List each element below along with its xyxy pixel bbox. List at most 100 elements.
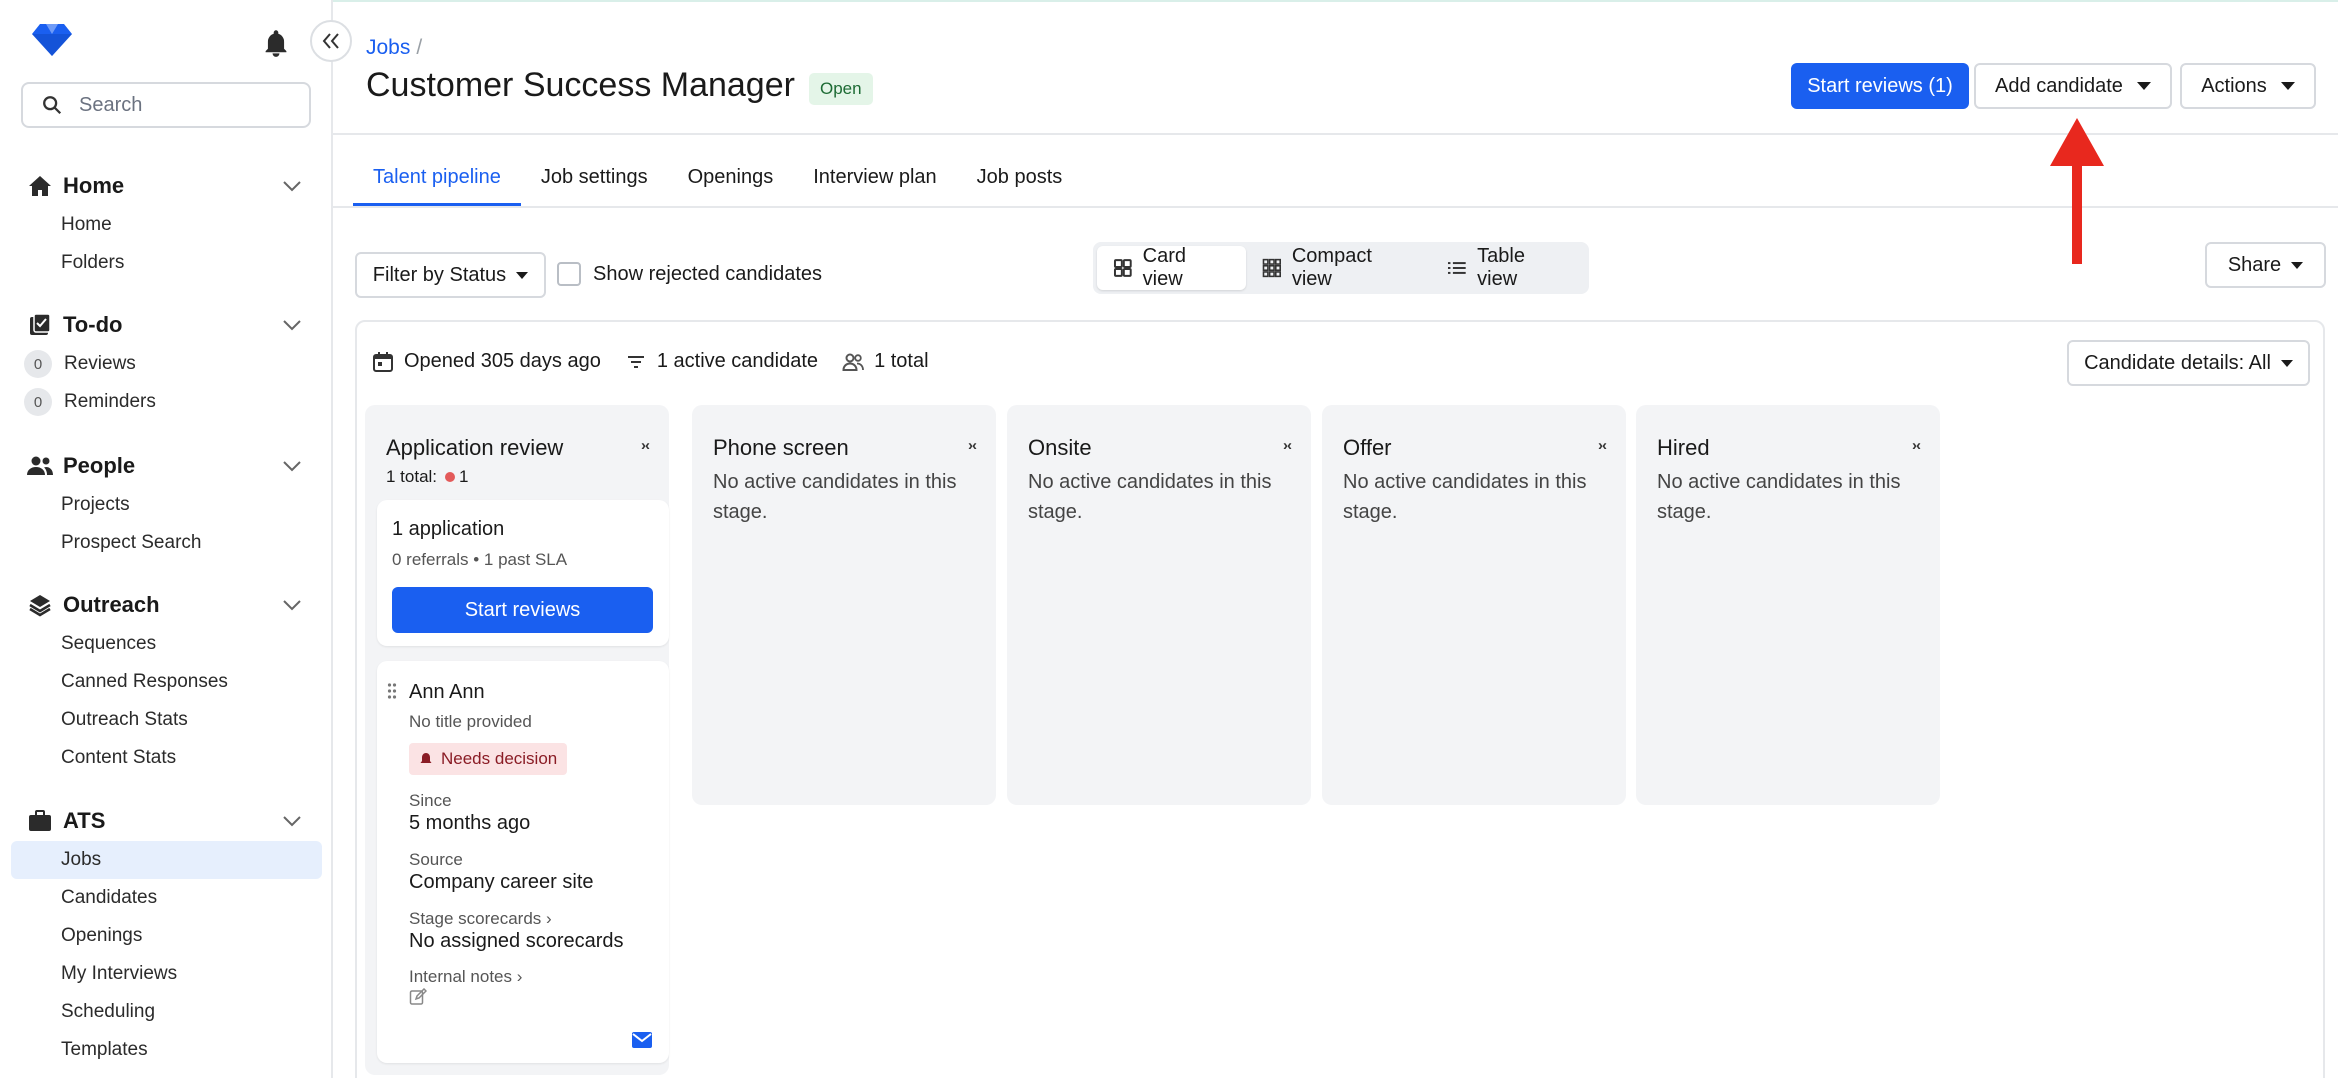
layers-icon [27, 592, 53, 618]
sidebar-item-home[interactable]: Home [0, 206, 333, 244]
sidebar-item-sequences[interactable]: Sequences [0, 625, 333, 663]
candidate-details-button[interactable]: Candidate details: All [2067, 340, 2310, 386]
tab-openings[interactable]: Openings [668, 150, 794, 206]
scorecards-value: No assigned scorecards [409, 930, 624, 952]
sidebar-item-jobs[interactable]: Jobs [11, 841, 322, 879]
nav-header-todo[interactable]: To-do [0, 305, 333, 345]
nav-header-label: Home [63, 173, 125, 198]
tab-job-settings[interactable]: Job settings [521, 150, 668, 206]
sidebar-item-content-stats[interactable]: Content Stats [0, 739, 333, 777]
app-logo-icon[interactable] [32, 22, 72, 58]
job-tabs: Talent pipeline Job settings Openings In… [353, 150, 1082, 208]
nav-header-ats[interactable]: ATS [0, 801, 333, 841]
annotation-arrow-up-icon [2050, 118, 2104, 264]
share-button[interactable]: Share [2205, 242, 2326, 288]
collapse-sidebar-button[interactable] [310, 20, 352, 62]
source-value: Company career site [409, 871, 594, 893]
sidebar-item-templates[interactable]: Templates [0, 1031, 333, 1069]
search-box[interactable] [21, 82, 311, 128]
badge-label: Needs decision [441, 749, 558, 768]
collapse-column-icon[interactable]: ›‹ [1912, 437, 1921, 454]
search-input[interactable] [79, 93, 279, 117]
sidebar-item-my-interviews[interactable]: My Interviews [0, 955, 333, 993]
compact-view-option[interactable]: Compact view [1246, 245, 1431, 290]
empty-stage-text: No active candidates in this stage. [1657, 471, 1901, 523]
nav-header-outreach[interactable]: Outreach [0, 585, 333, 625]
application-summary-card: 1 application 0 referrals • 1 past SLA S… [377, 500, 669, 646]
stage-column-application-review: Application review ›‹ 1 total: 1 1 appli… [365, 405, 669, 1075]
show-rejected-label: Show rejected candidates [593, 262, 823, 285]
chevron-down-icon[interactable] [282, 813, 302, 829]
tabs-divider [333, 206, 2338, 208]
start-reviews-card-button[interactable]: Start reviews [392, 587, 653, 633]
filter-by-status-button[interactable]: Filter by Status [355, 252, 546, 298]
sidebar-item-reminders[interactable]: 0 Reminders [0, 383, 333, 421]
table-view-option[interactable]: Table view [1431, 245, 1585, 290]
chevron-down-icon[interactable] [282, 178, 302, 194]
sidebar-item-openings[interactable]: Openings [0, 917, 333, 955]
nav-section-outreach: Outreach Sequences Canned Responses Outr… [0, 585, 333, 777]
top-accent-line [0, 0, 2338, 2]
grid-icon [1113, 259, 1132, 277]
edit-note-icon[interactable] [409, 988, 427, 1006]
tab-job-posts[interactable]: Job posts [957, 150, 1083, 206]
tab-interview-plan[interactable]: Interview plan [793, 150, 956, 206]
caret-down-icon [516, 271, 529, 279]
page-title: Customer Success Manager [366, 66, 795, 104]
search-icon [43, 96, 62, 115]
view-label: Card view [1142, 245, 1187, 290]
start-reviews-button[interactable]: Start reviews (1) [1791, 63, 1969, 109]
internal-notes-link[interactable]: Internal notes › [409, 967, 522, 987]
nav-header-home[interactable]: Home [0, 166, 333, 206]
chevron-down-icon[interactable] [282, 597, 302, 613]
collapse-column-icon[interactable]: ›‹ [641, 437, 650, 454]
tab-talent-pipeline[interactable]: Talent pipeline [353, 150, 521, 206]
show-rejected-checkbox[interactable] [557, 262, 581, 286]
needs-decision-badge: Needs decision [409, 743, 568, 775]
collapse-column-icon[interactable]: ›‹ [1598, 437, 1607, 454]
applications-subtext: 0 referrals • 1 past SLA [392, 550, 568, 569]
nav-header-people[interactable]: People [0, 446, 333, 486]
opened-text: Opened 305 days ago [404, 350, 601, 372]
actions-button[interactable]: Actions [2180, 63, 2316, 109]
count-badge: 0 [24, 388, 52, 416]
stage-scorecards-link[interactable]: Stage scorecards › [409, 909, 552, 929]
candidate-card[interactable]: Ann Ann No title provided Needs decision… [377, 661, 669, 1063]
empty-stage-text: No active candidates in this stage. [713, 471, 957, 523]
applications-count: 1 application [392, 518, 505, 540]
briefcase-icon [27, 808, 53, 834]
card-view-option[interactable]: Card view [1097, 245, 1247, 290]
stage-column-offer: Offer ›‹ No active candidates in this st… [1322, 405, 1626, 805]
show-rejected-toggle[interactable]: Show rejected candidates [557, 262, 822, 286]
sidebar-item-outreach-stats[interactable]: Outreach Stats [0, 701, 333, 739]
sidebar-item-prospect-search[interactable]: Prospect Search [0, 524, 333, 562]
candidate-name[interactable]: Ann Ann [409, 681, 485, 704]
actions-label: Actions [2201, 74, 2267, 97]
chevron-down-icon[interactable] [282, 317, 302, 333]
chevron-down-icon[interactable] [282, 458, 302, 474]
sidebar-item-scheduling[interactable]: Scheduling [0, 993, 333, 1031]
stage-column-onsite: Onsite ›‹ No active candidates in this s… [1007, 405, 1311, 805]
breadcrumb-jobs-link[interactable]: Jobs [366, 36, 410, 59]
active-meta: 1 active candidate [625, 350, 818, 373]
since-label: Since [409, 791, 452, 810]
bell-icon[interactable] [262, 28, 290, 58]
collapse-column-icon[interactable]: ›‹ [968, 437, 977, 454]
empty-stage-text: No active candidates in this stage. [1343, 471, 1587, 523]
sidebar-item-label: Reviews [64, 353, 136, 374]
nav-section-people: People Projects Prospect Search [0, 446, 333, 562]
compact-grid-icon [1262, 258, 1282, 278]
add-candidate-button[interactable]: Add candidate [1974, 63, 2172, 109]
bell-alert-icon [420, 753, 432, 763]
nav-header-label: ATS [63, 808, 106, 833]
sidebar-item-folders[interactable]: Folders [0, 244, 333, 282]
sidebar-item-candidates[interactable]: Candidates [0, 879, 333, 917]
caret-down-icon [2280, 82, 2295, 90]
drag-handle-icon[interactable] [387, 683, 397, 699]
sidebar-item-reviews[interactable]: 0 Reviews [0, 345, 333, 383]
collapse-column-icon[interactable]: ›‹ [1283, 437, 1292, 454]
filter-label: Filter by Status [372, 263, 507, 286]
email-icon[interactable] [631, 1031, 653, 1049]
sidebar-item-canned-responses[interactable]: Canned Responses [0, 663, 333, 701]
sidebar-item-projects[interactable]: Projects [0, 486, 333, 524]
